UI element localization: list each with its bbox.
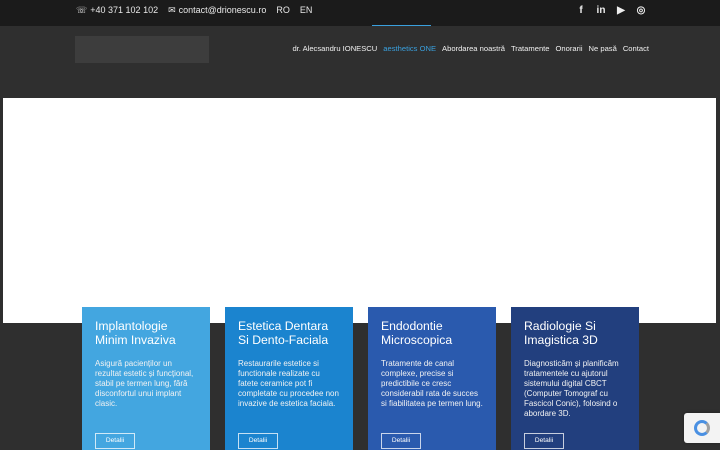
linkedin-icon[interactable]: in — [596, 5, 606, 17]
social-links: f in ▶ ◎ — [576, 5, 646, 17]
site-logo[interactable] — [75, 36, 209, 63]
service-card-estetica: Estetica Dentara Si Dento-Faciala Restau… — [225, 307, 353, 450]
hero-banner — [3, 98, 716, 323]
nav-item-onorarii[interactable]: Onorarii — [556, 44, 583, 54]
service-card-radiologie: Radiologie Si Imagistica 3D Diagnosticăm… — [511, 307, 639, 450]
service-cards: Implantologie Minim Invaziva Asigură pac… — [82, 307, 639, 450]
main-menu: dr. Alecsandru IONESCU aesthetics ONE Ab… — [292, 44, 649, 54]
email-icon: ✉ — [168, 5, 176, 15]
nav-item-ne-pasa[interactable]: Ne pasă — [589, 44, 617, 54]
details-button[interactable]: Detalii — [238, 433, 278, 449]
card-text: Diagnosticăm și planificăm tratamentele … — [524, 359, 619, 418]
nav-item-abordarea-noastra[interactable]: Abordarea noastră — [442, 44, 505, 54]
contact-info: ☏ +40 371 102 102 ✉ contact@drionescu.ro… — [76, 4, 312, 16]
youtube-icon[interactable]: ▶ — [616, 5, 626, 17]
recaptcha-icon — [694, 420, 710, 436]
language-en[interactable]: EN — [300, 4, 313, 16]
nav-item-tratamente[interactable]: Tratamente — [511, 44, 550, 54]
phone-link[interactable]: ☏ +40 371 102 102 — [76, 4, 158, 16]
details-button[interactable]: Detalii — [381, 433, 421, 449]
card-text: Tratamente de canal complexe, precise si… — [381, 359, 483, 408]
nav-item-contact[interactable]: Contact — [623, 44, 649, 54]
facebook-icon[interactable]: f — [576, 5, 586, 17]
email-link[interactable]: ✉ contact@drionescu.ro — [168, 4, 266, 16]
recaptcha-badge[interactable] — [684, 413, 720, 443]
card-text: Restaurarile estetice si functionale rea… — [238, 359, 339, 408]
card-title: Estetica Dentara Si Dento-Faciala — [238, 319, 329, 347]
service-card-endodontie: Endodontie Microscopica Tratamente de ca… — [368, 307, 496, 450]
phone-number: +40 371 102 102 — [90, 5, 159, 15]
top-bar: ☏ +40 371 102 102 ✉ contact@drionescu.ro… — [0, 0, 720, 26]
nav-item-aesthetics-one[interactable]: aesthetics ONE — [383, 44, 436, 54]
card-title: Endodontie Microscopica — [381, 319, 453, 347]
nav-item-dr-ionescu[interactable]: dr. Alecsandru IONESCU — [292, 44, 377, 54]
language-ro[interactable]: RO — [276, 4, 290, 16]
phone-icon: ☏ — [76, 5, 88, 15]
service-card-implantologie: Implantologie Minim Invaziva Asigură pac… — [82, 307, 210, 450]
card-text: Asigură pacienților un rezultat estetic … — [95, 359, 194, 408]
details-button[interactable]: Detalii — [95, 433, 135, 449]
card-title: Implantologie Minim Invaziva — [95, 319, 176, 347]
email-address: contact@drionescu.ro — [178, 5, 267, 15]
details-button[interactable]: Detalii — [524, 433, 564, 449]
instagram-icon[interactable]: ◎ — [636, 5, 646, 17]
main-navbar: dr. Alecsandru IONESCU aesthetics ONE Ab… — [0, 26, 720, 98]
card-title: Radiologie Si Imagistica 3D — [524, 319, 598, 347]
